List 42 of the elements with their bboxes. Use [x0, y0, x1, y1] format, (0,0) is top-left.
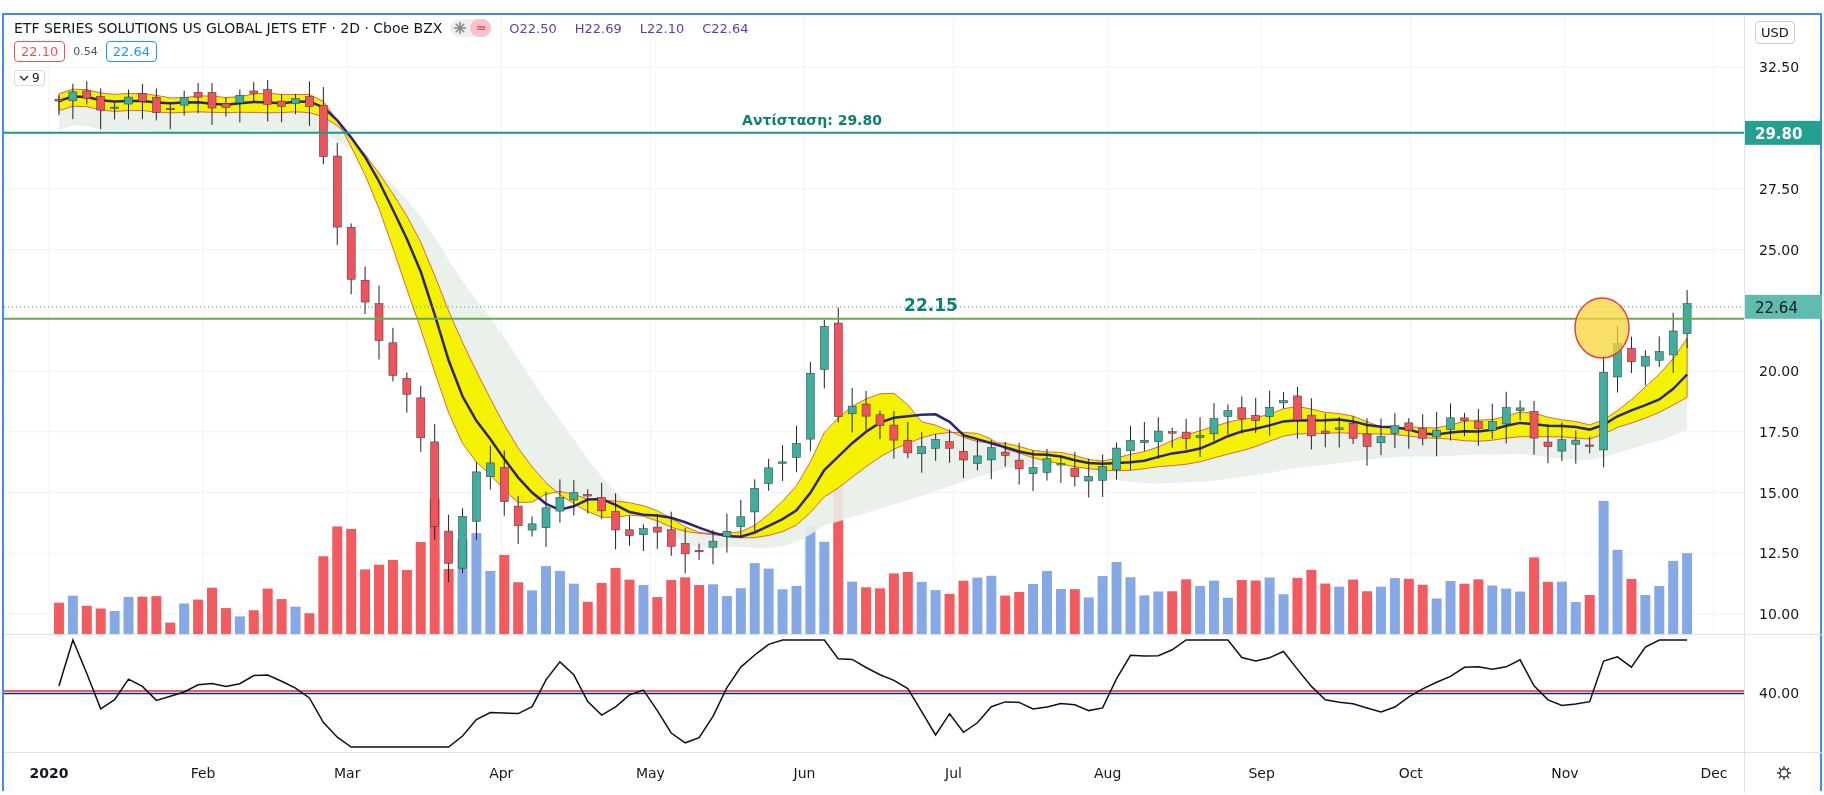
price-label: 27.50: [1759, 180, 1800, 197]
last-price-tag: 22.64: [1745, 294, 1822, 319]
time-label: Oct: [1398, 765, 1423, 781]
price-label: 25.00: [1759, 241, 1800, 258]
indicators-toggle[interactable]: 9: [14, 70, 45, 86]
time-label: Sep: [1248, 765, 1275, 781]
time-label: Mar: [334, 765, 361, 781]
time-label: Jul: [945, 765, 962, 781]
snowflake-icon[interactable]: [454, 22, 467, 34]
ohlc-value: L22.10: [639, 20, 685, 36]
time-label: Feb: [190, 765, 216, 781]
line-label: 22.15: [904, 294, 958, 315]
price-label: 32.50: [1759, 59, 1800, 76]
ohlc-value: H22.69: [574, 20, 622, 36]
time-label: Nov: [1551, 765, 1579, 781]
time-label: Dec: [1700, 765, 1728, 781]
buy-price[interactable]: 22.64: [105, 41, 157, 62]
ohlc-value: O22.50: [509, 20, 557, 36]
price-label: 12.50: [1759, 545, 1800, 562]
indicator-value-label: 40.00: [1759, 685, 1800, 701]
ohlc-value: C22.64: [702, 20, 749, 36]
support-line[interactable]: [4, 317, 1744, 320]
time-label: Apr: [489, 765, 514, 781]
settings-icon[interactable]: [1775, 765, 1792, 781]
price-label: 10.00: [1759, 606, 1800, 622]
time-label: Aug: [1093, 765, 1122, 781]
currency-button[interactable]: USD: [1755, 21, 1795, 44]
highlight-ellipse[interactable]: [1574, 297, 1630, 359]
chevron-icon: [19, 74, 29, 82]
time-label: Jun: [793, 765, 816, 781]
resistance-line[interactable]: [4, 131, 1744, 134]
data-flag[interactable]: ≈: [470, 19, 492, 37]
time-label: 2020: [29, 765, 69, 781]
line-label: Αντίσταση: 29.80: [742, 111, 882, 128]
price-label: 20.00: [1759, 363, 1800, 379]
spread-value: 0.54: [73, 45, 98, 58]
symbol-title: ETF SERIES SOLUTIONS US GLOBAL JETS ETF · 2D · Cboe BZX: [14, 20, 443, 36]
price-label: 17.50: [1759, 423, 1800, 440]
price-label: 15.00: [1759, 484, 1800, 501]
time-label: May: [635, 765, 665, 781]
price-tag: 29.80: [1745, 120, 1822, 145]
sell-price[interactable]: 22.10: [14, 41, 66, 62]
